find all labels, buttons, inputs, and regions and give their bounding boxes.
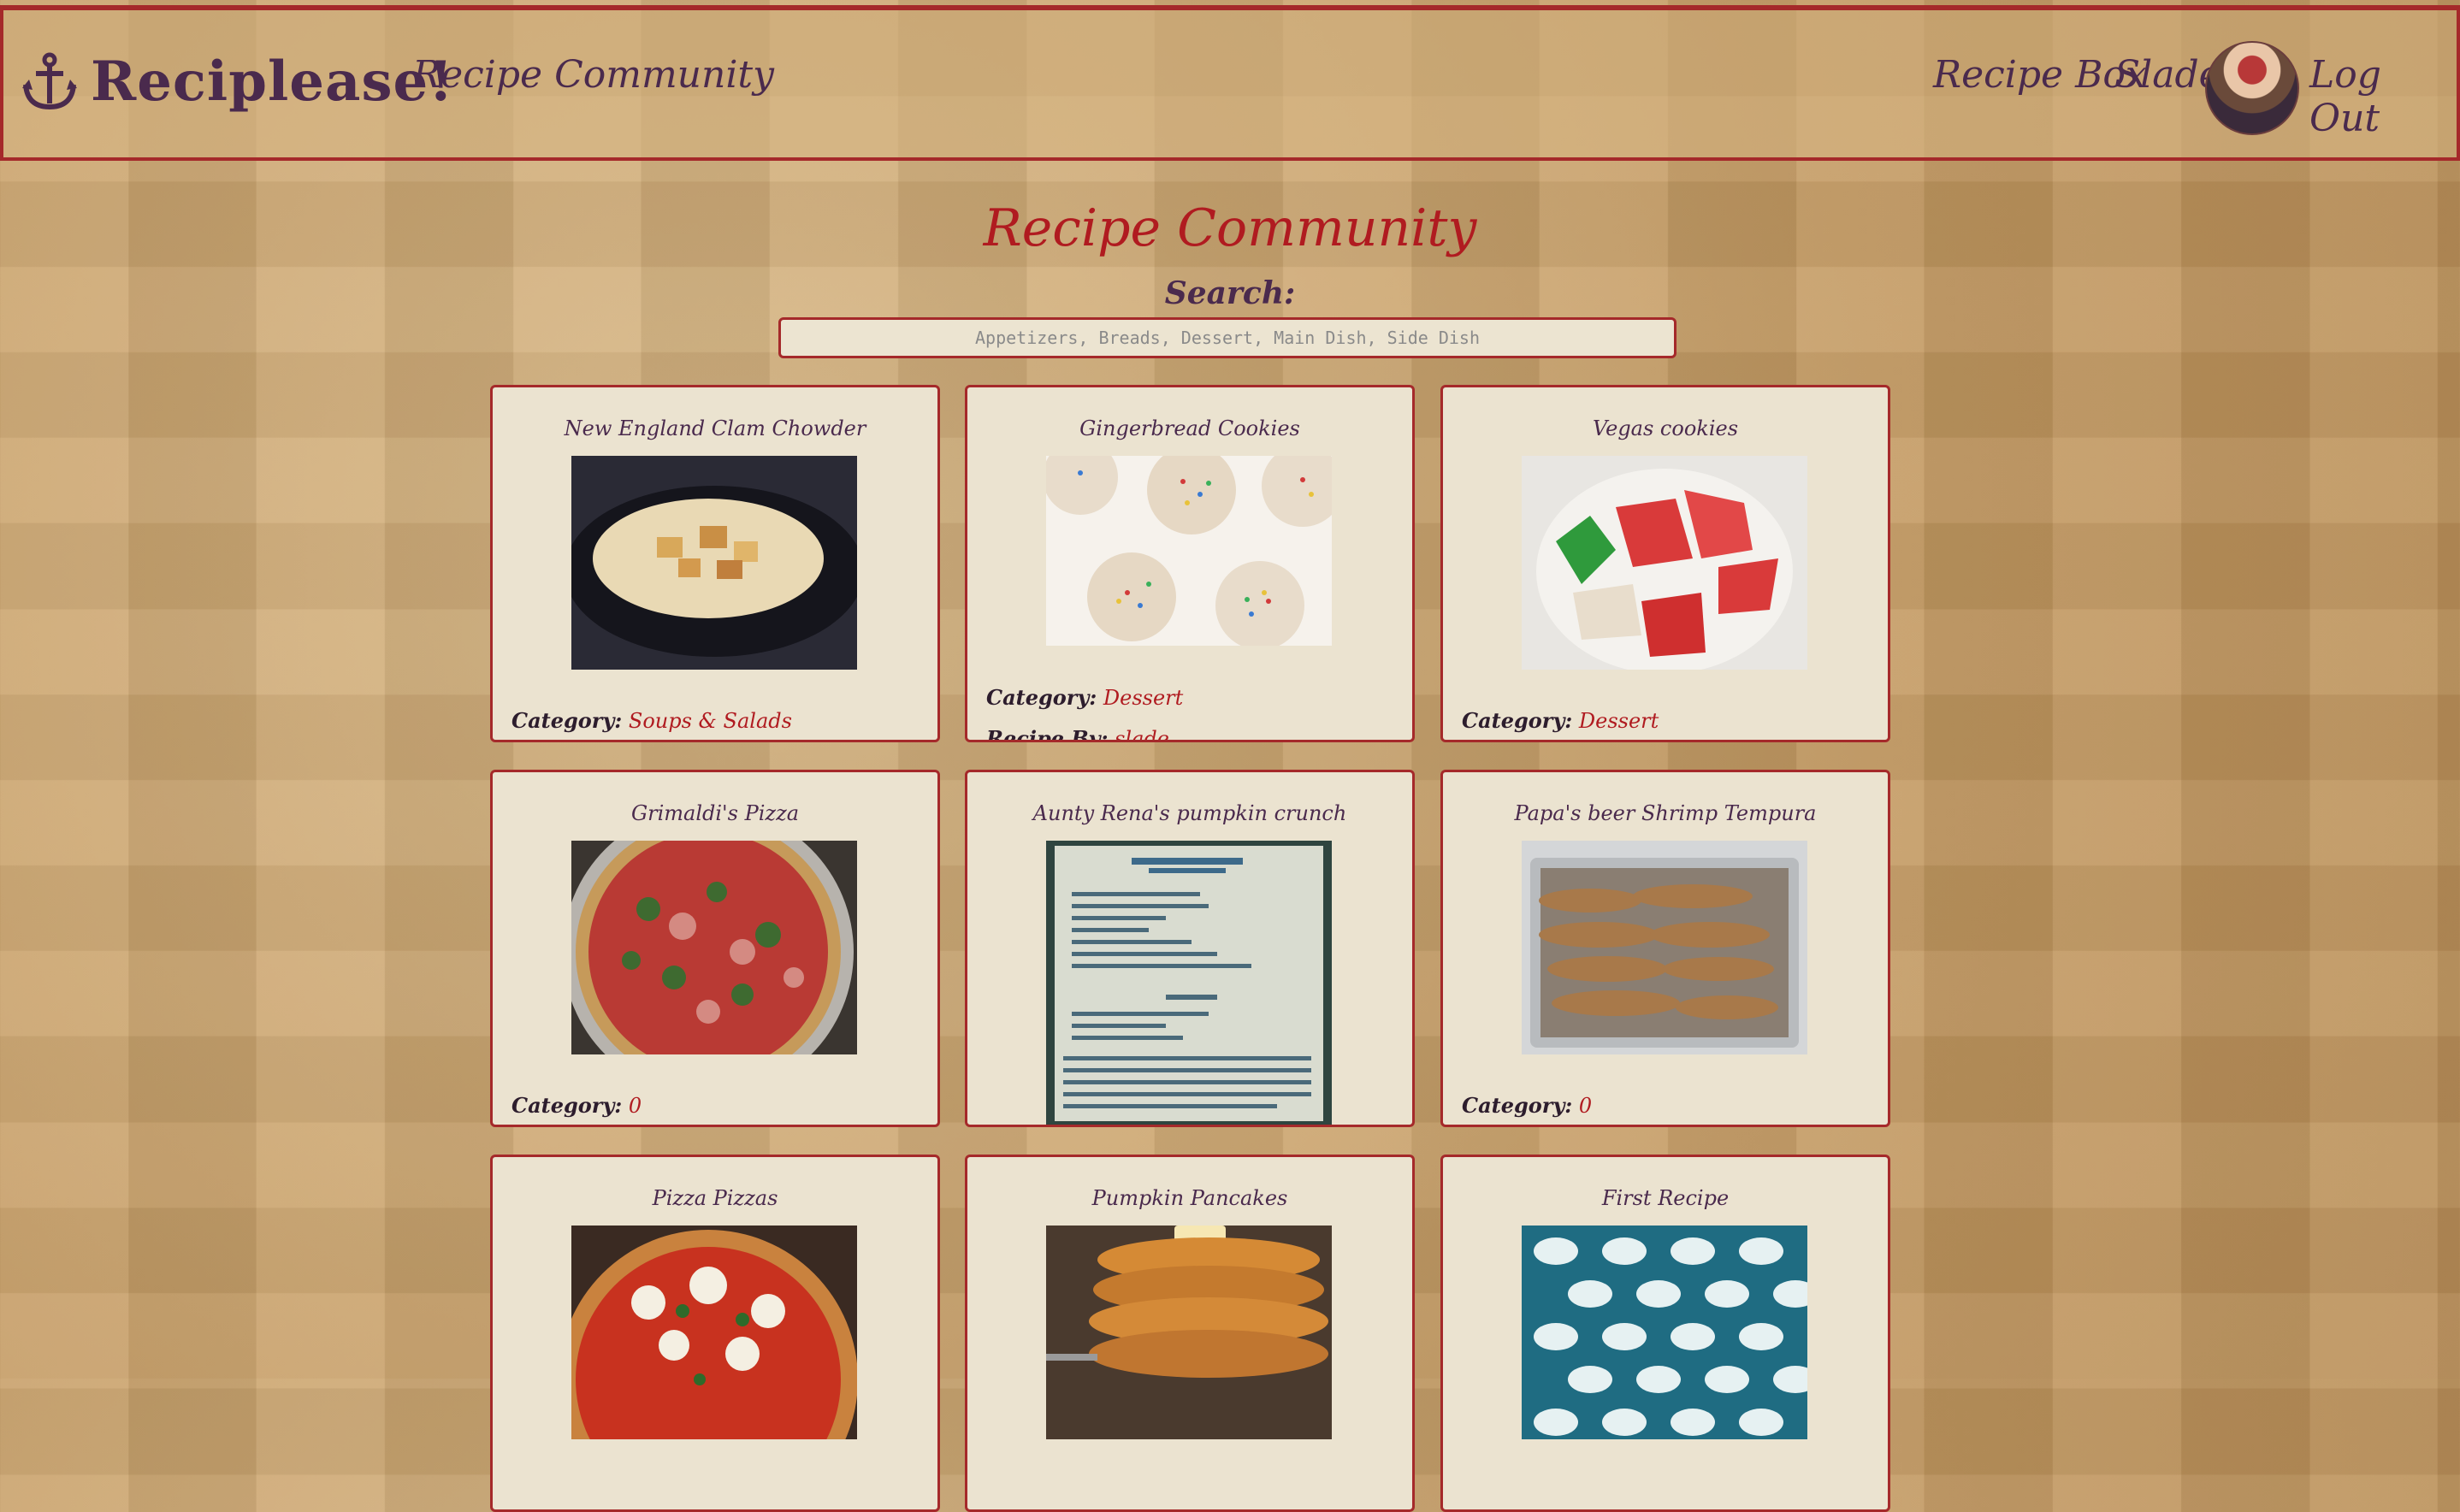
search-label: Search: (1164, 275, 1296, 311)
search-input[interactable] (778, 317, 1676, 358)
brand-name: Reciplease! (91, 50, 454, 114)
nav-link-recipe-community[interactable]: Recipe Community (412, 53, 774, 97)
recipe-category: Category: 0 (1462, 1093, 1593, 1118)
recipe-image[interactable] (571, 841, 857, 1054)
recipe-card[interactable]: Aunty Rena's pumpkin crunch (965, 770, 1415, 1127)
recipe-title[interactable]: Grimaldi's Pizza (493, 801, 937, 825)
author-value[interactable]: slade (1115, 727, 1169, 740)
recipe-card[interactable]: First Recipe (1440, 1155, 1890, 1512)
category-value[interactable]: Soups & Salads (629, 709, 792, 733)
nav-link-logout[interactable]: Log Out (2309, 53, 2457, 140)
recipe-title[interactable]: Aunty Rena's pumpkin crunch (967, 801, 1412, 825)
recipe-image[interactable] (1046, 456, 1332, 646)
category-value[interactable]: Dessert (1103, 686, 1183, 710)
recipe-card[interactable]: New England Clam Chowder Category: Soups… (490, 385, 940, 742)
recipe-card[interactable]: Vegas cookies Category: Dessert (1440, 385, 1890, 742)
recipe-title[interactable]: Papa's beer Shrimp Tempura (1443, 801, 1888, 825)
recipe-category: Category: Dessert (1462, 708, 1659, 733)
recipe-title[interactable]: First Recipe (1443, 1186, 1888, 1210)
recipe-card[interactable]: Papa's beer Shrimp Tempura Category: 0 (1440, 770, 1890, 1127)
recipe-category: Category: Soups & Salads (512, 708, 792, 733)
recipe-card[interactable]: Gingerbread Cookies Category: Dessert Re… (965, 385, 1415, 742)
recipe-category: Category: 0 (512, 1093, 642, 1118)
recipe-title[interactable]: Gingerbread Cookies (967, 416, 1412, 440)
recipe-title[interactable]: New England Clam Chowder (493, 416, 937, 440)
recipe-title[interactable]: Pizza Pizzas (493, 1186, 937, 1210)
recipe-image[interactable] (1046, 1226, 1332, 1439)
recipe-image[interactable] (1522, 1226, 1807, 1439)
recipe-title[interactable]: Pumpkin Pancakes (967, 1186, 1412, 1210)
recipe-card[interactable]: Grimaldi's Pizza Category: 0 (490, 770, 940, 1127)
recipe-card[interactable]: Pumpkin Pancakes (965, 1155, 1415, 1512)
recipe-image[interactable] (571, 456, 857, 670)
recipe-image[interactable] (1046, 841, 1332, 1126)
recipe-title[interactable]: Vegas cookies (1443, 416, 1888, 440)
top-navbar: Reciplease! Recipe Community Recipe Box … (0, 5, 2460, 161)
category-value[interactable]: 0 (629, 1094, 642, 1118)
recipe-author: Recipe By: slade (986, 726, 1169, 740)
anchor-icon (22, 52, 77, 109)
recipe-image[interactable] (1522, 841, 1807, 1054)
brand-link[interactable]: Reciplease! (22, 50, 453, 114)
category-value[interactable]: 0 (1579, 1094, 1592, 1118)
recipe-image[interactable] (1522, 456, 1807, 670)
recipe-card[interactable]: Pizza Pizzas (490, 1155, 940, 1512)
page-title: Recipe Community (983, 198, 1477, 258)
recipe-image[interactable] (571, 1226, 857, 1439)
category-value[interactable]: Dessert (1579, 709, 1659, 733)
avatar[interactable] (2205, 41, 2299, 135)
recipe-category: Category: Dessert (986, 685, 1184, 710)
